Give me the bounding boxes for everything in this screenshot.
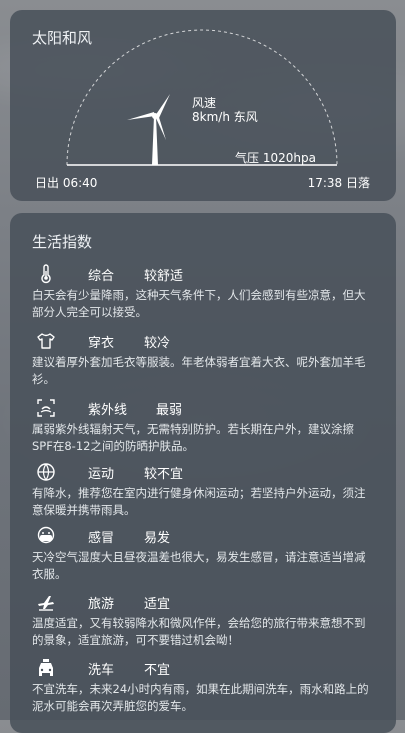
index-level: 适宜 bbox=[144, 597, 171, 612]
wind-title: 风速 bbox=[192, 96, 217, 110]
life-index-card: 生活指数 综合 较舒适 白天会有少量降雨，这种天气条件下，人们会感到有些凉意，但… bbox=[10, 213, 396, 733]
index-desc: 属弱紫外线辐射天气，无需特别防护。若长期在户外，建议涂擦SPF在8-12之间的防… bbox=[32, 422, 354, 453]
index-level: 最弱 bbox=[156, 403, 183, 418]
index-item-carwash: 洗车 不宜 不宜洗车，未来24小时内有雨，如果在此期间洗车，雨水和路上的泥水可能… bbox=[32, 657, 382, 715]
index-desc: 温度适宜，又有较弱降水和微风作伴，会给您的旅行带来意想不到的景象，适宜旅游，可不… bbox=[32, 616, 366, 647]
index-item-comfort: 综合 较舒适 白天会有少量降雨，这种天气条件下，人们会感到有些凉意，但大部分人完… bbox=[32, 263, 382, 321]
index-desc: 天冷空气湿度大且昼夜温差也很大，易发生感冒，请注意适当增减衣服。 bbox=[32, 550, 366, 581]
index-level: 较冷 bbox=[144, 336, 171, 351]
airplane-icon bbox=[38, 596, 54, 611]
index-name: 旅游 bbox=[88, 597, 115, 612]
index-desc: 建议着厚外套加毛衣等服装。年老体弱者宜着大衣、呢外套加羊毛衫。 bbox=[32, 355, 366, 386]
index-desc: 有降水，推荐您在室内进行健身休闲运动；若坚持户外运动，须注意保暖并携带雨具。 bbox=[32, 486, 366, 517]
index-level: 较不宜 bbox=[144, 467, 184, 482]
sun-wind-card: 太阳和风 风速 8km/h 东风 气压 1020hpa 日出 06:40 17:… bbox=[10, 10, 396, 201]
index-name: 紫外线 bbox=[88, 403, 128, 418]
life-index-title: 生活指数 bbox=[32, 233, 93, 251]
index-item-uv: 紫外线 最弱 属弱紫外线辐射天气，无需特别防护。若长期在户外，建议涂擦SPF在8… bbox=[32, 397, 382, 455]
index-name: 感冒 bbox=[88, 531, 115, 546]
index-name: 穿衣 bbox=[88, 336, 115, 351]
index-item-dressing: 穿衣 较冷 建议着厚外套加毛衣等服装。年老体弱者宜着大衣、呢外套加羊毛衫。 bbox=[32, 330, 382, 388]
index-desc: 白天会有少量降雨，这种天气条件下，人们会感到有些凉意，但大部分人完全可以接受。 bbox=[32, 288, 366, 319]
ball-icon bbox=[37, 463, 55, 481]
index-level: 易发 bbox=[144, 531, 171, 546]
car-icon bbox=[39, 659, 53, 676]
index-item-sport: 运动 较不宜 有降水，推荐您在室内进行健身休闲运动；若坚持户外运动，须注意保暖并… bbox=[32, 461, 382, 519]
index-level: 不宜 bbox=[144, 663, 171, 678]
mask-icon bbox=[37, 526, 55, 544]
tshirt-icon bbox=[37, 333, 55, 349]
thermometer-icon bbox=[41, 264, 51, 284]
sunrise-time: 日出 06:40 bbox=[35, 176, 98, 190]
sunset-time: 17:38 日落 bbox=[307, 176, 370, 190]
index-item-cold: 感冒 易发 天冷空气湿度大且昼夜温差也很大，易发生感冒，请注意适当增减衣服。 bbox=[32, 525, 382, 583]
index-item-travel: 旅游 适宜 温度适宜，又有较弱降水和微风作伴，会给您的旅行带来意想不到的景象，适… bbox=[32, 591, 382, 649]
index-name: 综合 bbox=[88, 269, 115, 284]
wind-info: 风速 8km/h 东风 bbox=[192, 96, 258, 124]
uv-icon bbox=[37, 399, 55, 417]
index-level: 较舒适 bbox=[144, 269, 184, 284]
index-desc: 不宜洗车，未来24小时内有雨，如果在此期间洗车，雨水和路上的泥水可能会再次弄脏您… bbox=[32, 682, 369, 713]
pressure-value: 气压 1020hpa bbox=[235, 151, 316, 165]
index-name: 洗车 bbox=[88, 663, 115, 678]
index-name: 运动 bbox=[88, 467, 115, 482]
wind-value: 8km/h 东风 bbox=[192, 110, 258, 124]
windmill-icon bbox=[127, 94, 170, 165]
